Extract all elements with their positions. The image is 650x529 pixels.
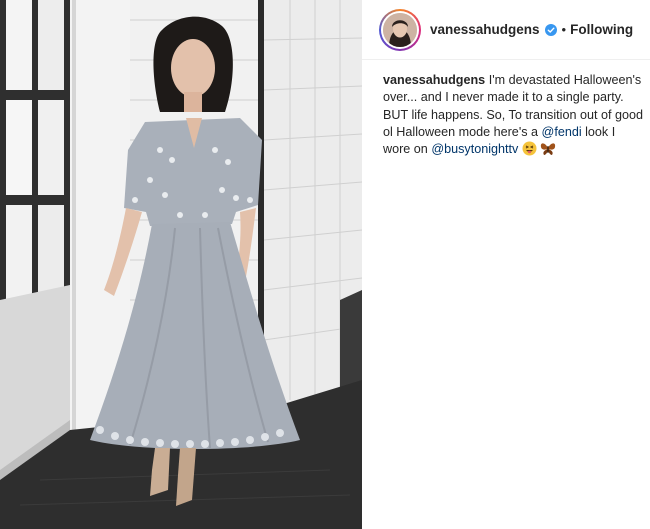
butterfly-emoji-icon <box>540 141 556 161</box>
avatar-image <box>383 12 417 47</box>
post-header: vanessahudgens • Following <box>362 0 650 60</box>
caption-username-link[interactable]: vanessahudgens <box>383 73 485 87</box>
username-link[interactable]: vanessahudgens <box>430 22 540 37</box>
mention-link-busytonighttv[interactable]: @busytonighttv <box>431 142 518 156</box>
post-photo[interactable] <box>0 0 362 529</box>
post-caption: vanessahudgens I'm devastated Halloween'… <box>383 72 645 161</box>
verified-badge-icon <box>544 23 557 36</box>
header-separator: • <box>561 22 567 37</box>
following-button[interactable]: Following <box>570 22 633 37</box>
instagram-post: vanessahudgens • Following vanessahudgen… <box>0 0 650 529</box>
avatar-border <box>381 10 419 49</box>
post-sidebar: vanessahudgens • Following vanessahudgen… <box>362 0 650 529</box>
avatar-story-ring[interactable] <box>379 8 421 51</box>
post-image <box>0 0 362 529</box>
grinning-tongue-emoji-icon <box>522 141 537 161</box>
avatar[interactable] <box>383 12 417 47</box>
mention-link-fendi[interactable]: @fendi <box>542 125 582 139</box>
